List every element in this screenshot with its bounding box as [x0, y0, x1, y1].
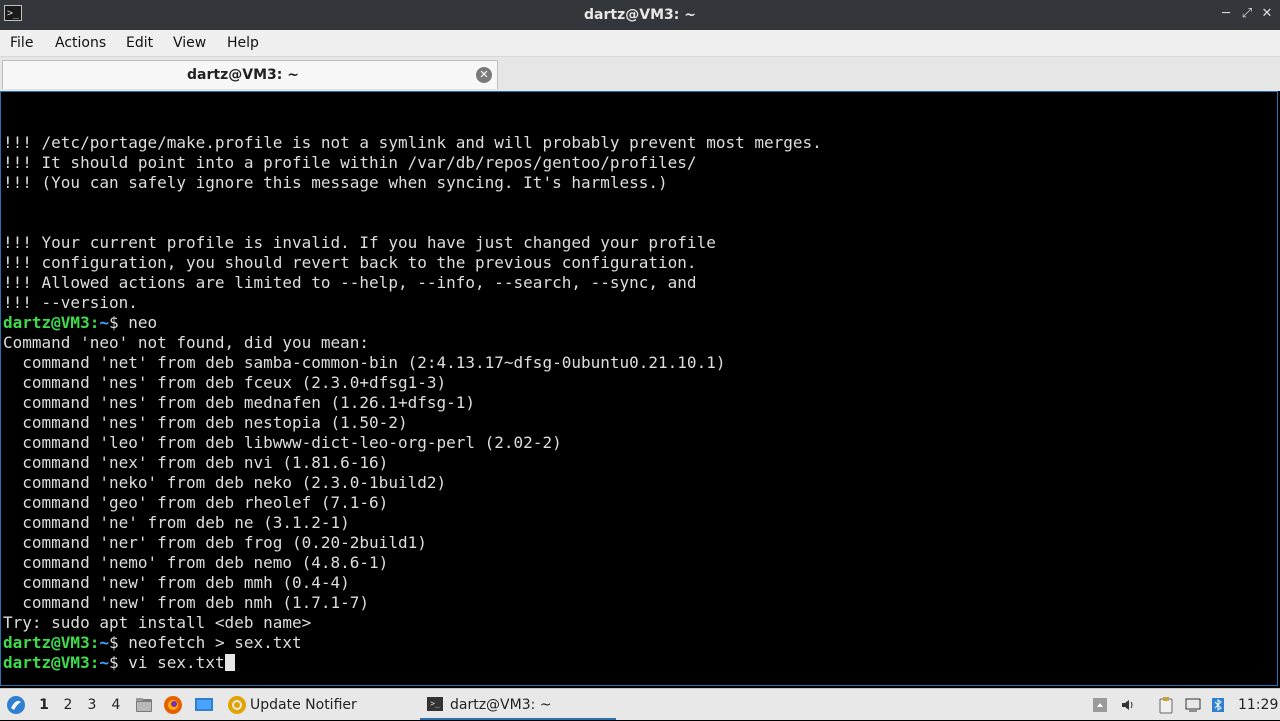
screen-icon[interactable]	[1185, 697, 1201, 713]
prompt-symbol: $	[108, 313, 129, 332]
output-line: command 'nes' from deb nestopia (1.50-2)	[3, 413, 408, 432]
menu-actions[interactable]: Actions	[55, 30, 106, 56]
output-line: command 'nex' from deb nvi (1.81.6-16)	[3, 453, 389, 472]
terminal-lines: !!! /etc/portage/make.profile is not a s…	[3, 133, 822, 673]
output-line: command 'ne' from deb ne (3.1.2-1)	[3, 513, 350, 532]
prompt-symbol: $	[108, 653, 129, 672]
output-line: !!! Allowed actions are limited to --hel…	[3, 273, 697, 292]
workspace-4[interactable]: 4	[106, 695, 126, 715]
output-line: command 'ner' from deb frog (0.20-2build…	[3, 533, 427, 552]
prompt-line: dartz@VM3:~$ neo	[3, 313, 822, 333]
bluetooth-icon[interactable]	[1212, 698, 1224, 714]
task-update-notifier[interactable]: Update Notifier	[250, 689, 357, 721]
task-terminal[interactable]: >_ dartz@VM3: ~	[420, 689, 616, 720]
prompt-user: dartz@VM3	[3, 653, 90, 672]
prompt-user: dartz@VM3	[3, 633, 90, 652]
prompt-path: ~	[99, 313, 109, 332]
close-button[interactable]: ✕	[1259, 6, 1275, 22]
menu-help[interactable]: Help	[227, 30, 259, 56]
clock[interactable]: 11:29	[1238, 689, 1278, 721]
output-line: command 'new' from deb mmh (0.4-4)	[3, 573, 350, 592]
file-manager-icon[interactable]	[135, 696, 153, 714]
output-line: command 'geo' from deb rheolef (7.1-6)	[3, 493, 389, 512]
command-text: neofetch > sex.txt	[128, 633, 302, 652]
prompt-symbol: $	[108, 633, 129, 652]
tray-arrow-icon[interactable]	[1092, 697, 1108, 713]
output-line: Command 'neo' not found, did you mean:	[3, 333, 370, 352]
output-line: !!! configuration, you should revert bac…	[3, 253, 697, 272]
menu-view[interactable]: View	[173, 30, 206, 56]
menu-edit[interactable]: Edit	[126, 30, 153, 56]
taskbar: 1 2 3 4 Update Notifier >_ dartz@VM3: ~ …	[0, 688, 1280, 720]
prompt-path: ~	[99, 653, 109, 672]
update-notifier-icon[interactable]	[227, 695, 247, 715]
menu-file[interactable]: File	[10, 30, 33, 56]
output-line: command 'neko' from deb neko (2.3.0-1bui…	[3, 473, 447, 492]
output-line: command 'new' from deb nmh (1.7.1-7)	[3, 593, 370, 612]
prompt-user: dartz@VM3	[3, 313, 90, 332]
command-text: neo	[128, 313, 158, 332]
start-menu-icon[interactable]	[5, 695, 27, 715]
volume-icon[interactable]	[1120, 697, 1136, 713]
output-line: !!! Your current profile is invalid. If …	[3, 233, 716, 252]
output-line: command 'nemo' from deb nemo (4.8.6-1)	[3, 553, 389, 572]
output-line: !!! It should point into a profile withi…	[3, 153, 697, 172]
tab-bar: dartz@VM3: ~ ✕	[0, 57, 1280, 91]
window-titlebar[interactable]: >_ dartz@VM3: ~ ─ ⤢ ✕	[0, 0, 1280, 30]
terminal-icon: >_	[427, 697, 443, 711]
terminal-output[interactable]: !!! /etc/portage/make.profile is not a s…	[0, 91, 1278, 686]
output-line: !!! (You can safely ignore this message …	[3, 173, 668, 192]
workspace-3[interactable]: 3	[82, 695, 102, 715]
output-line: command 'leo' from deb libwww-dict-leo-o…	[3, 433, 562, 452]
clipboard-icon[interactable]	[1157, 696, 1175, 714]
prompt-line: dartz@VM3:~$ vi sex.txt	[3, 653, 822, 673]
minimize-button[interactable]: ─	[1218, 6, 1234, 22]
tab-terminal[interactable]: dartz@VM3: ~ ✕	[2, 60, 498, 89]
workspace-2[interactable]: 2	[58, 695, 78, 715]
prompt-path: ~	[99, 633, 109, 652]
output-line: command 'net' from deb samba-common-bin …	[3, 353, 726, 372]
command-text: vi sex.txt	[128, 653, 225, 672]
output-line: Try: sudo apt install <deb name>	[3, 613, 312, 632]
prompt-separator: :	[89, 633, 100, 652]
terminal-cursor	[224, 654, 235, 671]
desktop-icon[interactable]	[194, 696, 214, 714]
output-line: !!! /etc/portage/make.profile is not a s…	[3, 133, 822, 152]
output-line: !!! --version.	[3, 293, 138, 312]
prompt-line: dartz@VM3:~$ neofetch > sex.txt	[3, 633, 822, 653]
output-line: command 'nes' from deb mednafen (1.26.1+…	[3, 393, 476, 412]
window-title: dartz@VM3: ~	[584, 7, 696, 23]
prompt-separator: :	[89, 653, 100, 672]
output-line: command 'nes' from deb fceux (2.3.0+dfsg…	[3, 373, 447, 392]
tab-label: dartz@VM3: ~	[187, 67, 299, 83]
tab-close-icon[interactable]: ✕	[476, 67, 492, 83]
maximize-button[interactable]: ⤢	[1239, 6, 1255, 22]
menu-bar: File Actions Edit View Help	[0, 30, 1280, 57]
task-terminal-label: dartz@VM3: ~	[450, 697, 552, 713]
workspace-1[interactable]: 1	[34, 695, 54, 715]
prompt-separator: :	[89, 313, 100, 332]
firefox-icon[interactable]	[163, 695, 183, 715]
